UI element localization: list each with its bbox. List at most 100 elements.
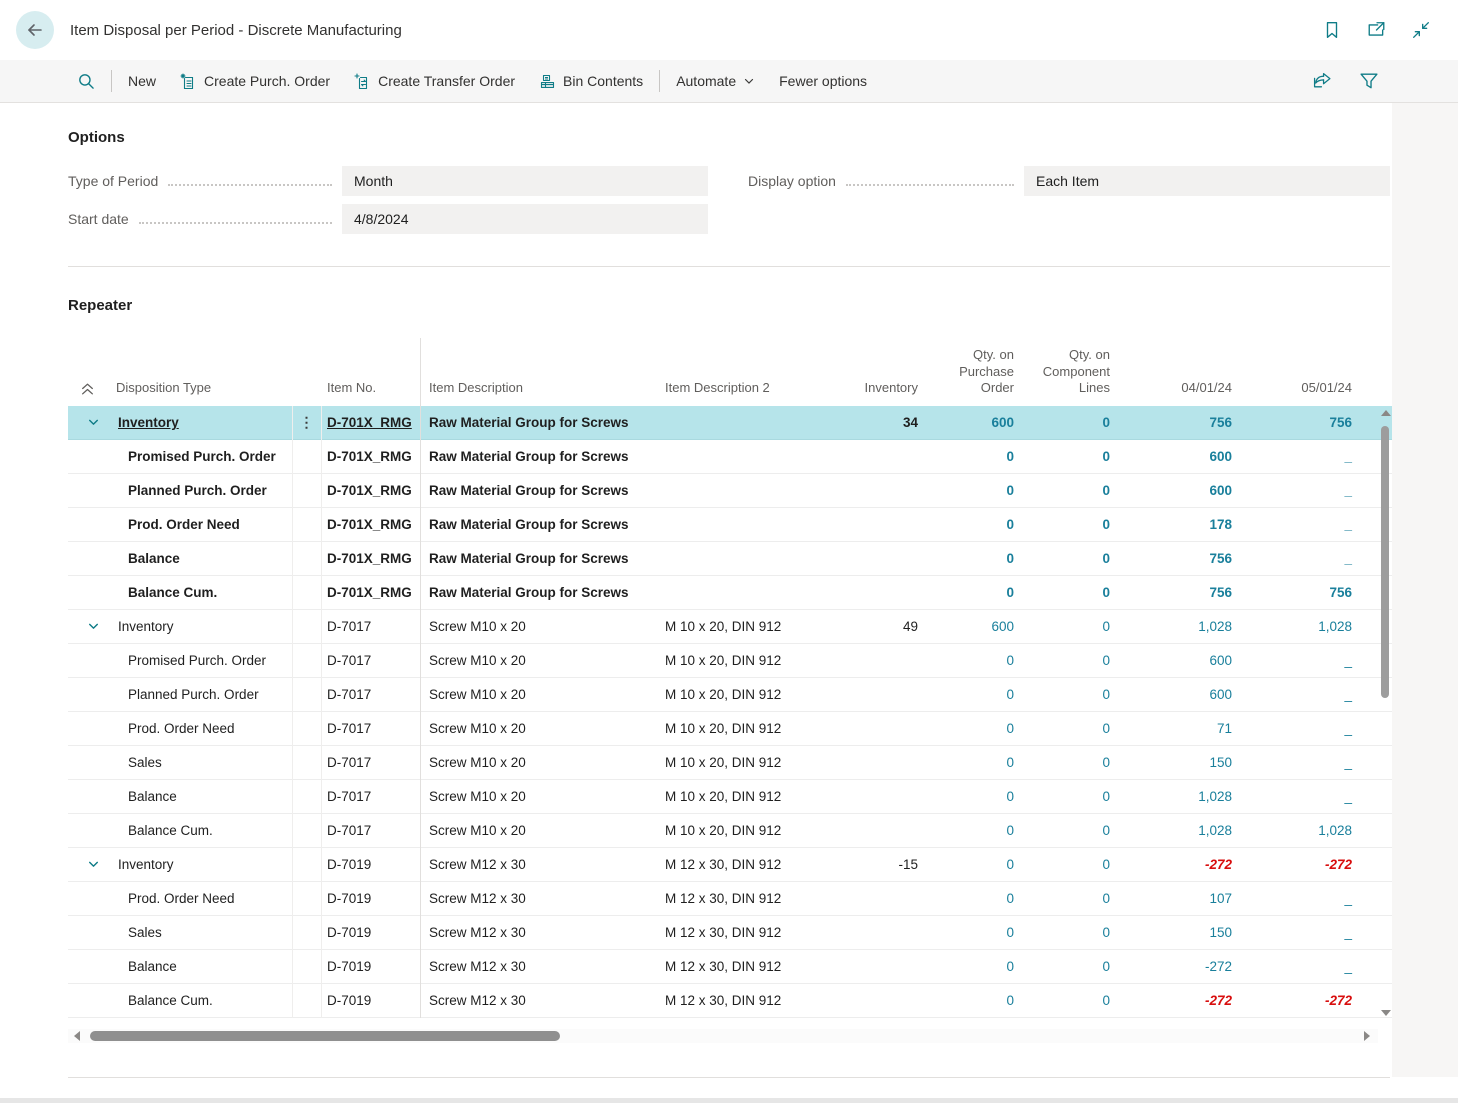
table-row[interactable]: Inventory ⋮ D-7017 Screw M10 x 20 M 10 x… <box>68 610 1392 644</box>
cell-qty-component-lines[interactable]: 0 <box>1014 959 1110 974</box>
column-header-qty-purchase-order[interactable]: Qty. on Purchase Order <box>918 347 1014 396</box>
scroll-down-arrow[interactable] <box>1381 1010 1391 1016</box>
cell-disposition-type[interactable]: Inventory <box>108 857 292 872</box>
cell-disposition-type[interactable]: Prod. Order Need <box>108 517 292 532</box>
cell-period-2[interactable]: _ <box>1232 925 1352 940</box>
table-row[interactable]: Promised Purch. Order ⋮ D-701X_RMG Raw M… <box>68 440 1392 474</box>
fewer-options-button[interactable]: Fewer options <box>779 73 867 89</box>
new-button[interactable]: New <box>128 73 156 89</box>
cell-disposition-type[interactable]: Promised Purch. Order <box>108 653 292 668</box>
cell-qty-component-lines[interactable]: 0 <box>1014 925 1110 940</box>
row-expand-chevron-icon[interactable] <box>87 416 100 429</box>
cell-qty-purchase-order[interactable]: 0 <box>918 993 1014 1008</box>
cell-qty-purchase-order[interactable]: 0 <box>918 653 1014 668</box>
cell-period-2[interactable]: 756 <box>1232 415 1352 430</box>
bin-contents-button[interactable]: Bin Contents <box>539 73 643 90</box>
cell-qty-purchase-order[interactable]: 0 <box>918 483 1014 498</box>
cell-period-1[interactable]: -272 <box>1110 857 1232 872</box>
table-row[interactable]: Planned Purch. Order ⋮ D-7017 Screw M10 … <box>68 678 1392 712</box>
scroll-right-arrow[interactable] <box>1364 1031 1370 1041</box>
cell-period-2[interactable]: 1,028 <box>1232 823 1352 838</box>
cell-qty-component-lines[interactable]: 0 <box>1014 517 1110 532</box>
cell-period-1[interactable]: 1,028 <box>1110 789 1232 804</box>
cell-disposition-type[interactable]: Balance <box>108 551 292 566</box>
row-menu-button[interactable]: ⋮ <box>292 414 321 431</box>
cell-qty-purchase-order[interactable]: 0 <box>918 585 1014 600</box>
cell-disposition-type[interactable]: Balance <box>108 789 292 804</box>
cell-disposition-type[interactable]: Planned Purch. Order <box>108 687 292 702</box>
cell-qty-purchase-order[interactable]: 600 <box>918 415 1014 430</box>
cell-period-2[interactable]: -272 <box>1232 857 1352 872</box>
cell-qty-purchase-order[interactable]: 600 <box>918 619 1014 634</box>
cell-period-1[interactable]: 150 <box>1110 925 1232 940</box>
table-row[interactable]: Balance Cum. ⋮ D-7019 Screw M12 x 30 M 1… <box>68 984 1392 1018</box>
cell-item-no[interactable]: D-7019 <box>321 925 420 940</box>
cell-disposition-type[interactable]: Balance Cum. <box>108 585 292 600</box>
row-expand-chevron-icon[interactable] <box>87 858 100 871</box>
cell-item-no[interactable]: D-7019 <box>321 959 420 974</box>
share-icon[interactable] <box>1313 72 1332 90</box>
cell-qty-purchase-order[interactable]: 0 <box>918 517 1014 532</box>
table-row[interactable]: Balance Cum. ⋮ D-701X_RMG Raw Material G… <box>68 576 1392 610</box>
create-transfer-order-button[interactable]: Create Transfer Order <box>354 73 515 90</box>
cell-period-2[interactable]: _ <box>1232 687 1352 702</box>
cell-qty-component-lines[interactable]: 0 <box>1014 449 1110 464</box>
cell-disposition-type[interactable]: Balance Cum. <box>108 993 292 1008</box>
cell-disposition-type[interactable]: Prod. Order Need <box>108 891 292 906</box>
display-option-input[interactable]: Each Item <box>1024 166 1390 196</box>
create-purch-order-button[interactable]: Create Purch. Order <box>180 73 330 90</box>
cell-item-no[interactable]: D-701X_RMG <box>321 551 420 566</box>
cell-period-1[interactable]: 600 <box>1110 449 1232 464</box>
collapse-page-icon[interactable] <box>1412 21 1430 39</box>
cell-qty-component-lines[interactable]: 0 <box>1014 585 1110 600</box>
row-expand-chevron-icon[interactable] <box>87 620 100 633</box>
cell-disposition-type[interactable]: Inventory <box>108 415 292 430</box>
cell-item-no[interactable]: D-7017 <box>321 687 420 702</box>
cell-disposition-type[interactable]: Balance <box>108 959 292 974</box>
bookmark-icon[interactable] <box>1323 21 1341 39</box>
table-row[interactable]: Inventory ⋮ D-701X_RMG Raw Material Grou… <box>68 406 1392 440</box>
table-row[interactable]: Sales ⋮ D-7017 Screw M10 x 20 M 10 x 20,… <box>68 746 1392 780</box>
column-header-disposition-type[interactable]: Disposition Type <box>108 380 292 396</box>
cell-period-2[interactable]: _ <box>1232 449 1352 464</box>
cell-qty-component-lines[interactable]: 0 <box>1014 857 1110 872</box>
cell-period-1[interactable]: -272 <box>1110 959 1232 974</box>
automate-menu-button[interactable]: Automate <box>676 73 755 89</box>
cell-item-no[interactable]: D-701X_RMG <box>321 415 420 430</box>
cell-disposition-type[interactable]: Sales <box>108 925 292 940</box>
table-row[interactable]: Inventory ⋮ D-7019 Screw M12 x 30 M 12 x… <box>68 848 1392 882</box>
column-header-item-description-2[interactable]: Item Description 2 <box>665 380 830 396</box>
vertical-scrollbar-thumb[interactable] <box>1381 426 1389 698</box>
cell-period-1[interactable]: 756 <box>1110 585 1232 600</box>
cell-period-2[interactable]: _ <box>1232 517 1352 532</box>
cell-item-no[interactable]: D-7017 <box>321 721 420 736</box>
cell-period-2[interactable]: _ <box>1232 483 1352 498</box>
horizontal-scrollbar-thumb[interactable] <box>90 1031 560 1041</box>
cell-item-no[interactable]: D-7019 <box>321 857 420 872</box>
cell-qty-component-lines[interactable]: 0 <box>1014 483 1110 498</box>
cell-item-no[interactable]: D-7019 <box>321 891 420 906</box>
table-row[interactable]: Balance ⋮ D-7017 Screw M10 x 20 M 10 x 2… <box>68 780 1392 814</box>
cell-period-1[interactable]: 600 <box>1110 653 1232 668</box>
cell-period-1[interactable]: 756 <box>1110 551 1232 566</box>
column-header-inventory[interactable]: Inventory <box>830 380 918 396</box>
cell-qty-purchase-order[interactable]: 0 <box>918 449 1014 464</box>
filter-icon[interactable] <box>1360 73 1378 90</box>
cell-period-2[interactable]: -272 <box>1232 993 1352 1008</box>
table-row[interactable]: Sales ⋮ D-7019 Screw M12 x 30 M 12 x 30,… <box>68 916 1392 950</box>
cell-period-1[interactable]: 71 <box>1110 721 1232 736</box>
start-date-input[interactable]: 4/8/2024 <box>342 204 708 234</box>
cell-item-no[interactable]: D-7019 <box>321 993 420 1008</box>
cell-period-2[interactable]: _ <box>1232 755 1352 770</box>
cell-disposition-type[interactable]: Inventory <box>108 619 292 634</box>
cell-period-2[interactable]: _ <box>1232 789 1352 804</box>
cell-item-no[interactable]: D-7017 <box>321 755 420 770</box>
cell-disposition-type[interactable]: Prod. Order Need <box>108 721 292 736</box>
cell-qty-component-lines[interactable]: 0 <box>1014 993 1110 1008</box>
cell-period-2[interactable]: 756 <box>1232 585 1352 600</box>
cell-period-1[interactable]: 1,028 <box>1110 619 1232 634</box>
cell-qty-component-lines[interactable]: 0 <box>1014 789 1110 804</box>
cell-qty-purchase-order[interactable]: 0 <box>918 959 1014 974</box>
cell-qty-component-lines[interactable]: 0 <box>1014 551 1110 566</box>
cell-period-1[interactable]: 756 <box>1110 415 1232 430</box>
